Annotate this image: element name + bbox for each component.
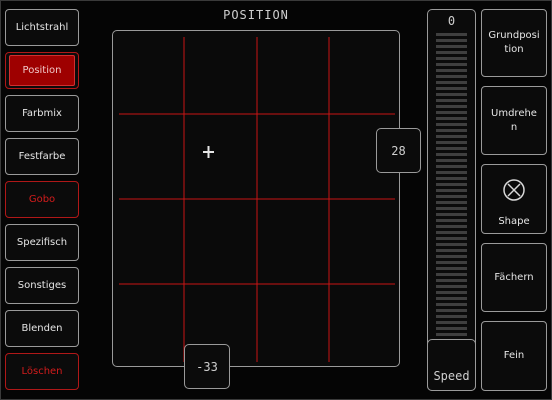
menu-button-farbmix[interactable]: Farbmix [5,95,79,132]
position-crosshair-icon [203,146,214,158]
slider-tick [436,267,467,270]
slider-tick [436,105,467,108]
menu-button-label: Lichtstrahl [15,22,69,33]
menu-button-label: Sonstiges [17,280,67,291]
slider-tick [436,315,467,318]
menu-button-label: Löschen [21,366,63,377]
faechern-label: Fächern [494,271,534,283]
menu-button-sonstiges[interactable]: Sonstiges [5,267,79,304]
slider-tick [436,159,467,162]
fein-button[interactable]: Fein [481,321,547,391]
slider-tick [436,189,467,192]
slider-tick [436,69,467,72]
speed-label-box[interactable]: Speed [427,339,476,391]
pan-value: -33 [196,359,218,374]
position-xy-pad[interactable] [112,30,400,367]
umdrehen-label: Umdrehen [491,107,537,133]
shape-button[interactable]: Shape [481,164,547,234]
slider-tick [436,165,467,168]
menu-button-blenden[interactable]: Blenden [5,310,79,347]
speed-label: Speed [433,369,470,383]
slider-tick [436,255,467,258]
speed-slider-value: 0 [447,14,456,28]
slider-tick [436,225,467,228]
speed-slider[interactable]: 0 [427,9,476,391]
slider-tick [436,177,467,180]
slider-tick [436,51,467,54]
slider-tick [436,207,467,210]
slider-tick [436,291,467,294]
slider-tick [436,261,467,264]
slider-tick [436,327,467,330]
slider-tick [436,117,467,120]
slider-tick [436,93,467,96]
pan-value-box[interactable]: -33 [184,344,230,389]
menu-button-gobo[interactable]: Gobo [5,181,79,218]
slider-tick [436,81,467,84]
slider-tick [436,33,467,36]
slider-tick [436,333,467,336]
slider-tick [436,279,467,282]
slider-tick [436,129,467,132]
menu-button-label: Blenden [21,323,63,334]
slider-tick [436,57,467,60]
slider-tick [436,147,467,150]
fein-label: Fein [503,350,525,361]
faechern-button[interactable]: Fächern [481,243,547,312]
menu-button-festfarbe[interactable]: Festfarbe [5,138,79,175]
slider-tick [436,231,467,234]
slider-tick [436,111,467,114]
slider-tick [436,213,467,216]
menu-button-loeschen[interactable]: Löschen [5,353,79,390]
slider-tick [436,303,467,306]
slider-tick [436,141,467,144]
slider-tick [436,75,467,78]
slider-tick [436,201,467,204]
slider-tick [436,153,467,156]
slider-tick [436,237,467,240]
slider-tick [436,99,467,102]
slider-tick [436,63,467,66]
grundposition-button[interactable]: Grundposition [481,9,547,77]
slider-tick [436,39,467,42]
slider-tick [436,297,467,300]
position-grid [119,37,395,362]
menu-button-lichtstrahl[interactable]: Lichtstrahl [5,9,79,46]
grundposition-label: Grundposition [488,30,540,55]
umdrehen-button[interactable]: Umdrehen [481,86,547,155]
menu-button-label: Farbmix [22,108,62,119]
menu-button-label: Gobo [28,194,56,205]
tilt-value: 28 [391,143,406,158]
slider-tick [436,45,467,48]
slider-tick [436,195,467,198]
shape-label: Shape [498,216,530,227]
slider-tick [436,309,467,312]
shape-icon [503,179,525,201]
menu-button-position[interactable]: Position [5,52,79,89]
slider-tick [436,249,467,252]
speed-slider-track [436,33,467,345]
menu-button-label: Spezifisch [16,237,68,248]
slider-tick [436,219,467,222]
slider-tick [436,183,467,186]
tilt-value-box[interactable]: 28 [376,128,421,173]
position-pad-title: POSITION [223,8,289,22]
slider-tick [436,273,467,276]
menu-button-label: Festfarbe [18,151,66,162]
menu-button-spezifisch[interactable]: Spezifisch [5,224,79,261]
slider-tick [436,243,467,246]
slider-tick [436,135,467,138]
slider-tick [436,123,467,126]
slider-tick [436,171,467,174]
slider-tick [436,87,467,90]
slider-tick [436,285,467,288]
menu-button-label: Position [9,55,75,86]
slider-tick [436,321,467,324]
